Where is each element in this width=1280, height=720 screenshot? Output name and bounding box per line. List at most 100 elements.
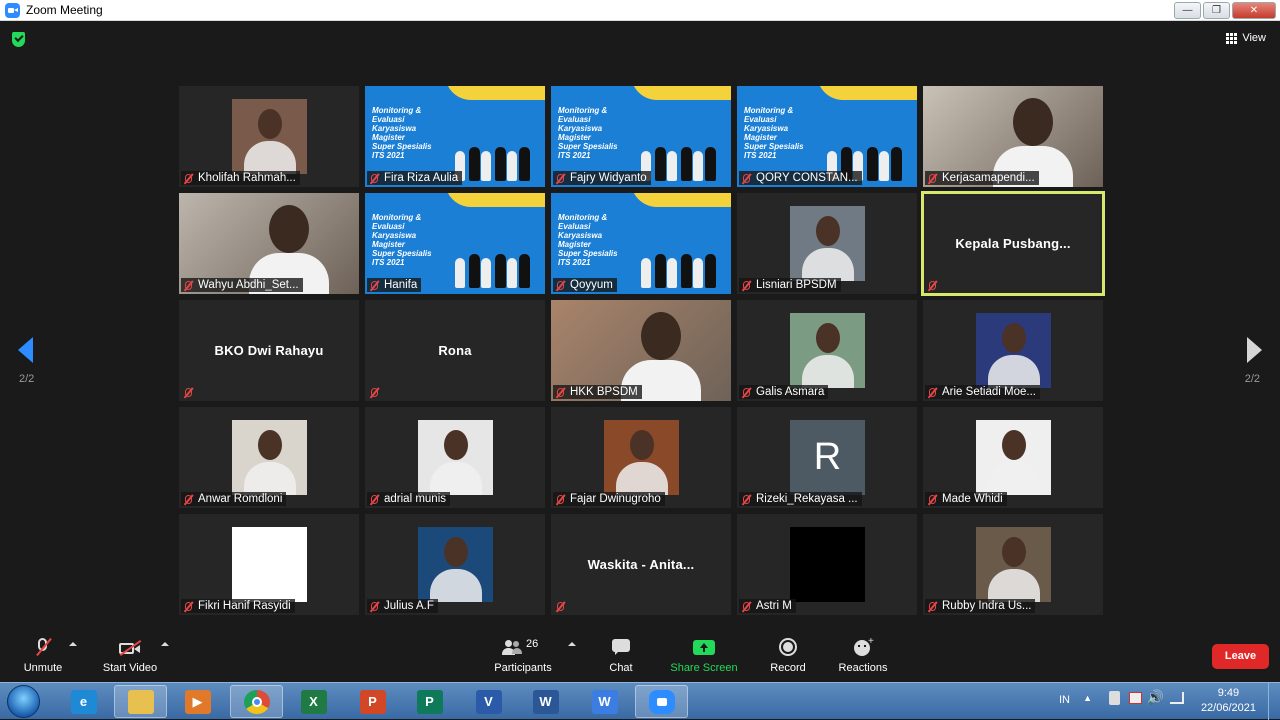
participant-photo [232,420,307,495]
participant-initial-avatar: R [790,420,865,495]
record-icon [777,638,799,658]
banner-text-line: Karyasiswa [372,231,417,240]
security-shield-icon[interactable] [12,32,25,47]
zoom-icon [648,689,675,714]
word-icon: W [532,689,559,714]
participant-tile[interactable]: Lisniari BPSDM [737,193,917,294]
start-video-button[interactable]: Start Video [100,638,160,674]
view-button[interactable]: View [1226,32,1266,44]
page-indicator-left: 2/2 [19,373,35,385]
reactions-label: Reactions [838,662,888,674]
participant-photo [790,313,865,388]
taskbar-app-zoom[interactable] [635,685,688,718]
unmute-label: Unmute [23,662,63,674]
muted-mic-icon [554,599,566,611]
participant-tile[interactable]: Made Whidi [923,407,1103,508]
banner-text-line: ITS 2021 [372,151,405,160]
participant-tile[interactable]: Monitoring & Evaluasi Karyasiswa Magister Su… [365,193,545,294]
banner-text-line: Karyasiswa [372,124,417,133]
previous-page-arrow-icon[interactable] [18,337,33,363]
participants-count: 26 [526,638,539,650]
banner-text-line: ITS 2021 [558,258,591,267]
muted-mic-icon [740,278,752,290]
participant-photo [976,313,1051,388]
participant-tile[interactable]: adrial munis [365,407,545,508]
signal-icon[interactable] [1170,692,1184,704]
leave-button[interactable]: Leave [1212,644,1269,669]
chat-button[interactable]: Chat [604,638,638,674]
video-grid: Kholifah Rahmah... Monitoring & Evaluasi Ka… [179,86,1105,615]
record-button[interactable]: Record [769,638,807,674]
participant-tile[interactable]: Rubby Indra Us... [923,514,1103,615]
participant-tile[interactable]: Waskita - Anita... [551,514,731,615]
participant-tile[interactable]: Monitoring & Evaluasi Karyasiswa Magister Su… [365,86,545,187]
taskbar-app-excel[interactable]: X [287,685,340,718]
participant-tile[interactable]: Kepala Pusbang... [921,191,1105,296]
banner-text-line: Super Spesialis [558,142,618,151]
participant-tile[interactable]: Fajar Dwinugroho [551,407,731,508]
reactions-button[interactable]: + Reactions [837,636,889,674]
participant-tile[interactable]: Monitoring & Evaluasi Karyasiswa Magister Su… [551,86,731,187]
taskbar-app-chrome[interactable] [230,685,283,718]
participant-tile[interactable]: Monitoring & Evaluasi Karyasiswa Magister Su… [551,193,731,294]
muted-mic-icon [182,278,194,290]
file-explorer-icon [127,689,154,714]
chat-icon [610,638,632,658]
participant-tile[interactable]: BKO Dwi Rahayu [179,300,359,401]
taskbar-app-media-player[interactable]: ▶ [171,685,224,718]
participant-name-label: Arie Setiadi Moe... [925,385,1040,399]
muted-mic-icon [926,385,938,397]
participant-tile[interactable]: R Rizeki_Rekayasa ... [737,407,917,508]
participant-tile[interactable]: Galis Asmara [737,300,917,401]
participant-tile[interactable]: HKK BPSDM [551,300,731,401]
unmute-button[interactable]: Unmute [22,637,64,674]
muted-mic-icon [740,599,752,611]
clock[interactable]: 9:49 22/06/2021 [1201,686,1256,716]
taskbar-app-internet-explorer[interactable]: e [57,685,110,718]
taskbar-app-visio[interactable]: V [462,685,515,718]
banner-text-line: Evaluasi [744,115,777,124]
participant-tile[interactable]: Arie Setiadi Moe... [923,300,1103,401]
show-desktop-button[interactable] [1268,683,1280,720]
device-icon[interactable] [1109,691,1120,705]
participant-tile[interactable]: Kholifah Rahmah... [179,86,359,187]
taskbar-app-word[interactable]: W [519,685,572,718]
taskbar-app-powerpoint[interactable]: P [346,685,399,718]
next-page-arrow-icon[interactable] [1247,337,1262,363]
input-language[interactable]: IN [1059,694,1070,706]
network-error-icon[interactable] [1129,692,1142,704]
muted-mic-icon [368,385,380,397]
participant-name-label: Kholifah Rahmah... [181,171,300,185]
participant-tile[interactable]: Wahyu Abdhi_Set... [179,193,359,294]
banner-text-line: Magister [372,240,405,249]
start-button[interactable] [7,685,40,718]
participant-name-label: Fikri Hanif Rasyidi [181,599,295,613]
banner-text-line: Magister [372,133,405,142]
participant-name-label: QORY CONSTAN... [739,171,862,185]
participants-button[interactable]: 26 Participants [492,638,554,674]
participant-tile[interactable]: Rona [365,300,545,401]
participant-tile[interactable]: Anwar Romdloni [179,407,359,508]
participant-tile[interactable]: Fikri Hanif Rasyidi [179,514,359,615]
minimize-button[interactable]: — [1174,2,1201,19]
wps-icon: W [591,689,618,714]
muted-mic-icon [182,599,194,611]
muted-mic-icon [926,171,938,183]
volume-icon[interactable]: 🔊 [1147,689,1164,706]
participant-tile[interactable]: Kerjasamapendi... [923,86,1103,187]
taskbar-app-publisher[interactable]: P [403,685,456,718]
taskbar-app-file-explorer[interactable] [114,685,167,718]
close-button[interactable]: ✕ [1232,2,1276,19]
participant-tile[interactable]: Astri M [737,514,917,615]
participant-name-label: Kerjasamapendi... [925,171,1039,185]
participant-tile[interactable]: Julius A.F [365,514,545,615]
restore-button[interactable]: ❐ [1203,2,1230,19]
show-hidden-icons-icon[interactable]: ▲ [1083,693,1092,703]
participant-tile[interactable]: Monitoring & Evaluasi Karyasiswa Magister Su… [737,86,917,187]
participants-options-caret-icon[interactable] [568,642,576,646]
audio-options-caret-icon[interactable] [69,642,77,646]
video-options-caret-icon[interactable] [161,642,169,646]
banner-text-line: Super Spesialis [558,249,618,258]
share-screen-button[interactable]: Share Screen [670,638,738,674]
taskbar-app-wps[interactable]: W [578,685,631,718]
